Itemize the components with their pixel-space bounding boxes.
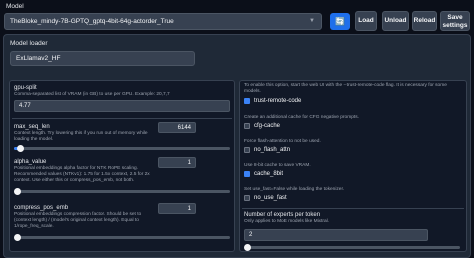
experts-info: Only applies to MoE models like Mixtral. [244, 219, 330, 224]
alpha-value-slider[interactable] [14, 188, 230, 195]
save-settings-button[interactable]: Save settings [440, 11, 470, 31]
divider [12, 118, 232, 119]
unload-button[interactable]: Unload [382, 11, 409, 31]
cache-8bit-label: cache_8bit [254, 171, 284, 177]
refresh-icon: 🔄 [335, 17, 345, 26]
no-flash-attn-label: no_flash_attn [254, 147, 291, 153]
cfg-cache-info: Create an additional cache for CFG negat… [244, 115, 359, 120]
alpha-value-info-3: context. Use either this or compress_pos… [14, 178, 135, 183]
max-seq-len-info-2: loading the model. [14, 137, 54, 142]
trust-remote-code-checkbox[interactable] [244, 98, 250, 104]
no-use-fast-info: Set use_fast=False while loading the tok… [244, 187, 345, 192]
save-settings-label-line2: settings [442, 22, 468, 29]
alpha-value-input[interactable]: 1 [158, 157, 196, 168]
cfg-cache-row[interactable]: cfg-cache [244, 123, 280, 129]
gpu-split-info: Comma-separated list of VRAM (in GB) to … [14, 92, 170, 97]
max-seq-len-title: max_seq_len [14, 124, 50, 130]
compress-pos-emb-slider[interactable] [14, 234, 230, 241]
model-loader-value: ExLlamav2_HF [16, 55, 61, 62]
no-flash-attn-checkbox[interactable] [244, 147, 250, 153]
model-loader-select[interactable]: ExLlamav2_HF [10, 51, 195, 66]
alpha-value-title: alpha_value [14, 159, 47, 165]
cache-8bit-row[interactable]: cache_8bit [244, 171, 283, 177]
slider-thumb[interactable] [14, 188, 21, 195]
chevron-down-icon: ▼ [309, 18, 315, 24]
no-flash-attn-row[interactable]: no_flash_attn [244, 147, 290, 153]
divider [242, 208, 464, 209]
model-loader-label: Model loader [10, 40, 48, 47]
model-select[interactable]: TheBloke_mindy-7B-GPTQ_gptq-4bit-64g-act… [4, 13, 322, 30]
max-seq-len-slider[interactable] [14, 145, 230, 152]
no-use-fast-row[interactable]: no_use_fast [244, 195, 287, 201]
no-use-fast-checkbox[interactable] [244, 195, 250, 201]
compress-pos-emb-title: compress_pos_emb [14, 205, 69, 211]
experts-title: Number of experts per token [244, 212, 321, 218]
max-seq-len-input[interactable]: 6144 [158, 122, 196, 133]
save-settings-label-line1: Save [447, 14, 463, 21]
no-flash-attn-info: Force flash-attention to not be used. [244, 139, 321, 144]
model-label: Model [6, 3, 24, 10]
refresh-button[interactable]: 🔄 [330, 13, 350, 30]
gpu-split-input[interactable]: 4.77 [14, 100, 230, 112]
experts-slider[interactable] [244, 244, 460, 251]
compress-pos-emb-info-3: 1/rope_freq_scale. [14, 224, 54, 229]
no-use-fast-label: no_use_fast [254, 195, 287, 201]
experts-input[interactable]: 2 [244, 229, 428, 241]
reload-button[interactable]: Reload [412, 11, 437, 31]
trust-remote-code-info: To enable this option, start the web UI … [244, 83, 447, 94]
slider-thumb[interactable] [16, 145, 24, 152]
slider-thumb[interactable] [244, 244, 251, 251]
trust-remote-code-label: trust-remote-code [254, 98, 302, 104]
cache-8bit-info: Use 8-bit cache to save VRAM. [244, 163, 311, 168]
trust-remote-code-row[interactable]: trust-remote-code [244, 98, 301, 104]
slider-thumb[interactable] [14, 234, 21, 241]
compress-pos-emb-input[interactable]: 1 [158, 203, 196, 214]
gpu-split-title: gpu-split [14, 85, 37, 91]
model-select-value: TheBloke_mindy-7B-GPTQ_gptq-4bit-64g-act… [10, 18, 174, 25]
cfg-cache-checkbox[interactable] [244, 123, 250, 129]
cache-8bit-checkbox[interactable] [244, 171, 250, 177]
load-button[interactable]: Load [355, 11, 377, 31]
cfg-cache-label: cfg-cache [254, 123, 281, 129]
